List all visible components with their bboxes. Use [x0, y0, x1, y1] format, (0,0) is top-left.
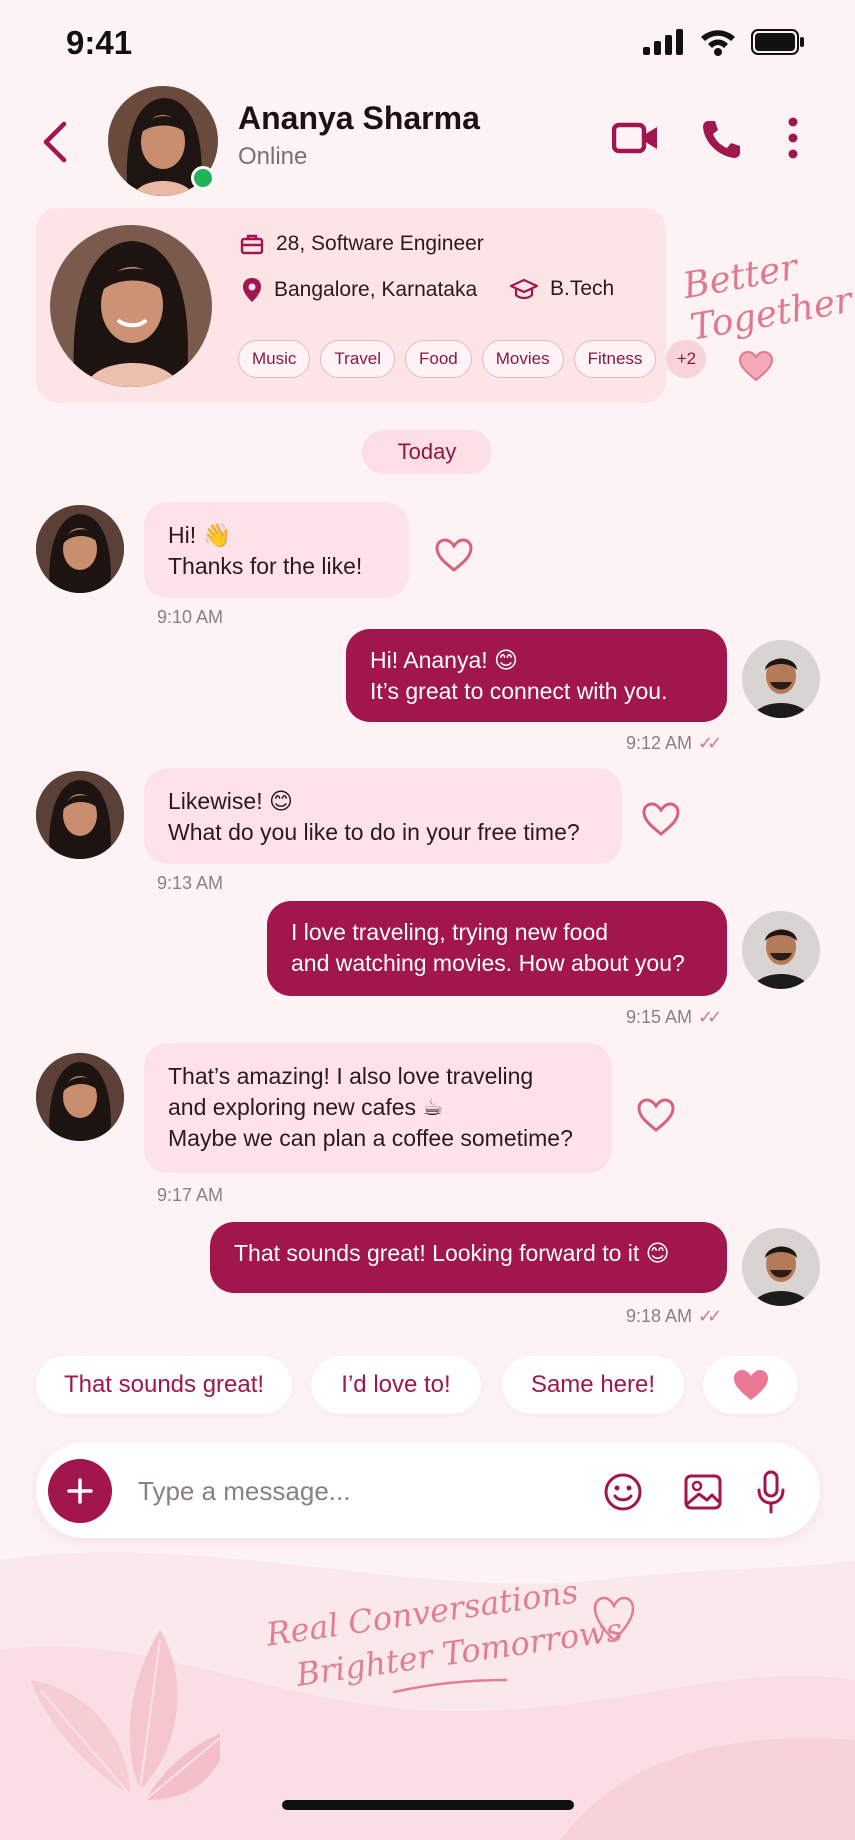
image-icon[interactable]: [683, 1472, 723, 1512]
my-avatar[interactable]: [742, 1228, 820, 1306]
quick-reply-heart-button[interactable]: [703, 1356, 798, 1414]
home-indicator: [282, 1800, 574, 1810]
location-pin-icon: [243, 278, 261, 302]
quick-reply-button[interactable]: I’d love to!: [311, 1356, 481, 1414]
more-icon[interactable]: [786, 116, 800, 160]
signal-icon: [643, 29, 683, 55]
day-separator: Today: [362, 430, 492, 474]
tagline-underline: [392, 1678, 508, 1694]
better-together-decor: Better Together: [680, 238, 855, 349]
my-avatar[interactable]: [742, 640, 820, 718]
wifi-icon: [701, 30, 735, 56]
message-line: That sounds great! Looking forward to it…: [234, 1240, 670, 1266]
interest-chip[interactable]: Fitness: [573, 340, 657, 378]
interest-chip[interactable]: Movies: [481, 340, 564, 378]
message-line: Maybe we can plan a coffee sometime?: [168, 1125, 573, 1151]
outgoing-message[interactable]: That sounds great! Looking forward to it…: [210, 1222, 727, 1293]
message-line: and exploring new cafes ☕: [168, 1094, 444, 1120]
read-ticks-icon: ✓✓: [698, 1007, 722, 1027]
read-ticks-icon: ✓✓: [698, 733, 722, 753]
message-line: Likewise! 😊: [168, 788, 293, 814]
emoji-icon[interactable]: [603, 1472, 643, 1512]
location-text: Bangalore, Karnataka: [274, 278, 478, 301]
leaf-decoration: [30, 1630, 220, 1801]
message-line: and watching movies. How about you?: [291, 950, 685, 976]
add-attachment-button[interactable]: [48, 1459, 112, 1523]
my-avatar[interactable]: [742, 911, 820, 989]
status-icons: [643, 28, 805, 56]
plus-icon: [67, 1478, 93, 1504]
incoming-message[interactable]: Hi! 👋 Thanks for the like!: [144, 502, 409, 598]
heart-icon: [733, 1370, 768, 1400]
contact-status: Online: [238, 143, 308, 170]
heart-outline-icon[interactable]: [434, 537, 474, 573]
message-time: 9:17 AM: [157, 1185, 224, 1205]
phone-icon[interactable]: [700, 118, 742, 160]
interest-chip[interactable]: Travel: [320, 340, 396, 378]
outgoing-message[interactable]: Hi! Ananya! 😊 It’s great to connect with…: [346, 629, 727, 722]
message-line: Thanks for the like!: [168, 553, 363, 579]
message-line: Hi! Ananya! 😊: [370, 647, 518, 673]
message-time: 9:18 AM: [626, 1306, 693, 1326]
heart-decor-icon: [738, 350, 774, 382]
heart-outline-icon[interactable]: [636, 1097, 676, 1133]
sender-avatar[interactable]: [36, 505, 124, 593]
read-ticks-icon: ✓✓: [698, 1306, 722, 1326]
location-row: Bangalore, Karnataka: [242, 277, 477, 303]
briefcase-icon: [240, 234, 264, 255]
outgoing-message[interactable]: I love traveling, trying new food and wa…: [267, 901, 727, 996]
message-input[interactable]: [138, 1470, 578, 1512]
age-job-text: 28, Software Engineer: [276, 232, 484, 255]
contact-name[interactable]: Ananya Sharma: [238, 100, 480, 137]
heart-outline-icon[interactable]: [641, 801, 681, 837]
message-line: I love traveling, trying new food: [291, 919, 609, 945]
interest-chip[interactable]: Music: [238, 340, 311, 378]
education-row: B.Tech: [510, 277, 614, 301]
message-time-row: 9:15 AM ✓✓: [626, 1007, 722, 1028]
message-time: 9:12 AM: [626, 733, 693, 753]
profile-photo[interactable]: [50, 225, 212, 387]
message-line: It’s great to connect with you.: [370, 678, 668, 704]
message-time-row: 9:18 AM ✓✓: [626, 1306, 722, 1327]
incoming-message[interactable]: Likewise! 😊 What do you like to do in yo…: [144, 768, 622, 864]
message-time: 9:13 AM: [157, 873, 224, 893]
interest-chip[interactable]: Food: [405, 340, 472, 378]
message-time: 9:10 AM: [157, 607, 224, 627]
online-indicator: [191, 166, 215, 190]
message-time: 9:15 AM: [626, 1007, 693, 1027]
message-line: Hi! 👋: [168, 522, 232, 548]
back-icon[interactable]: [36, 118, 76, 166]
message-line: What do you like to do in your free time…: [168, 819, 580, 845]
education-text: B.Tech: [550, 277, 615, 300]
interest-chips: Music Travel Food Movies Fitness +2: [238, 340, 707, 378]
message-time-row: 9:12 AM ✓✓: [626, 733, 722, 754]
tagline-heart-icon: [593, 1596, 635, 1642]
job-row: 28, Software Engineer: [240, 232, 484, 256]
sender-avatar[interactable]: [36, 1053, 124, 1141]
message-line: That’s amazing! I also love traveling: [168, 1063, 534, 1089]
quick-reply-button[interactable]: That sounds great!: [36, 1356, 292, 1414]
battery-icon: [751, 29, 804, 55]
status-time: 9:41: [66, 24, 133, 61]
quick-reply-button[interactable]: Same here!: [502, 1356, 684, 1414]
graduation-cap-icon: [510, 278, 538, 300]
incoming-message[interactable]: That’s amazing! I also love traveling an…: [144, 1043, 612, 1173]
sender-avatar[interactable]: [36, 771, 124, 859]
video-call-icon[interactable]: [612, 118, 660, 158]
microphone-icon[interactable]: [756, 1470, 786, 1514]
